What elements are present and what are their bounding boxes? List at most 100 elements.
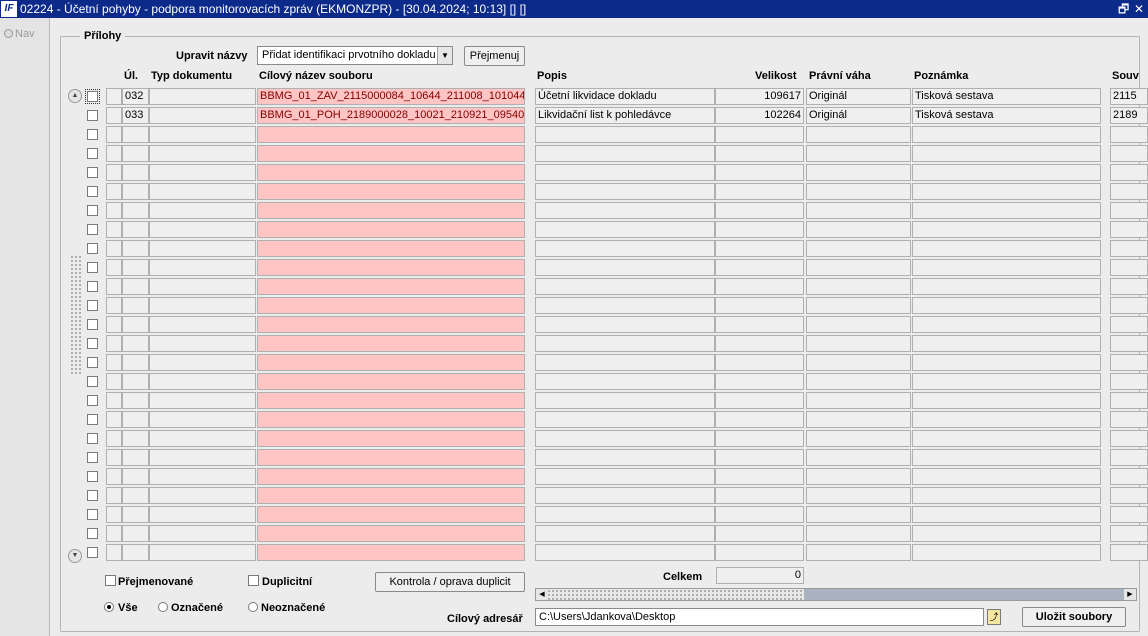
table-row[interactable] xyxy=(84,259,1148,276)
cell-poznamka[interactable] xyxy=(912,240,1101,257)
cell-pravni[interactable] xyxy=(806,392,911,409)
table-row[interactable] xyxy=(84,145,1148,162)
cell-velikost[interactable] xyxy=(715,278,804,295)
cell-sel[interactable] xyxy=(106,107,122,124)
cell-sel[interactable] xyxy=(106,525,122,542)
table-row[interactable] xyxy=(84,335,1148,352)
cell-poznamka[interactable] xyxy=(912,392,1101,409)
cell-popis[interactable] xyxy=(535,145,715,162)
row-checkbox[interactable] xyxy=(87,357,98,368)
scroll-right-icon[interactable]: ▶ xyxy=(1124,589,1136,600)
table-row[interactable] xyxy=(84,411,1148,428)
cell-popis[interactable] xyxy=(535,278,715,295)
cell-velikost[interactable] xyxy=(715,335,804,352)
cell-popis[interactable] xyxy=(535,430,715,447)
cell-pravni[interactable] xyxy=(806,525,911,542)
cell-pravni[interactable] xyxy=(806,202,911,219)
cell-sel[interactable] xyxy=(106,297,122,314)
cell-souv[interactable] xyxy=(1110,278,1148,295)
cell-cilovy[interactable]: BBMG_01_ZAV_2115000084_10644_211008_1010… xyxy=(257,88,525,105)
cell-popis[interactable] xyxy=(535,525,715,542)
table-row[interactable] xyxy=(84,278,1148,295)
cell-typ[interactable] xyxy=(149,221,256,238)
cell-typ[interactable] xyxy=(149,373,256,390)
table-row[interactable] xyxy=(84,221,1148,238)
table-row[interactable] xyxy=(84,392,1148,409)
cell-typ[interactable] xyxy=(149,202,256,219)
cell-typ[interactable] xyxy=(149,506,256,523)
cell-popis[interactable] xyxy=(535,202,715,219)
cell-velikost[interactable] xyxy=(715,164,804,181)
cell-cilovy[interactable] xyxy=(257,525,525,542)
cell-ul[interactable] xyxy=(122,468,149,485)
cell-ul[interactable]: 032 xyxy=(122,88,149,105)
cell-ul[interactable] xyxy=(122,335,149,352)
row-checkbox[interactable] xyxy=(85,89,100,104)
cell-ul[interactable] xyxy=(122,240,149,257)
scroll-thumb[interactable] xyxy=(70,255,82,375)
cell-poznamka[interactable] xyxy=(912,373,1101,390)
cell-ul[interactable] xyxy=(122,392,149,409)
scroll-up-icon[interactable]: ▲ xyxy=(68,89,82,103)
row-checkbox[interactable] xyxy=(87,205,98,216)
row-checkbox[interactable] xyxy=(87,490,98,501)
cell-sel[interactable] xyxy=(106,145,122,162)
cell-pravni[interactable] xyxy=(806,316,911,333)
cell-ul[interactable] xyxy=(122,544,149,561)
cell-pravni[interactable] xyxy=(806,449,911,466)
renamed-checkbox[interactable] xyxy=(105,575,116,586)
cell-poznamka[interactable] xyxy=(912,221,1101,238)
cell-sel[interactable] xyxy=(106,373,122,390)
row-checkbox[interactable] xyxy=(87,167,98,178)
cell-sel[interactable] xyxy=(106,392,122,409)
row-checkbox[interactable] xyxy=(87,300,98,311)
cell-ul[interactable]: 033 xyxy=(122,107,149,124)
cell-poznamka[interactable] xyxy=(912,297,1101,314)
cell-sel[interactable] xyxy=(106,126,122,143)
nav-button[interactable]: Nav xyxy=(4,28,35,40)
table-row[interactable] xyxy=(84,525,1148,542)
rename-button[interactable]: Přejmenuj xyxy=(464,46,525,66)
cell-ul[interactable] xyxy=(122,145,149,162)
row-checkbox[interactable] xyxy=(87,319,98,330)
cell-cilovy[interactable] xyxy=(257,506,525,523)
cell-sel[interactable] xyxy=(106,240,122,257)
cell-velikost[interactable] xyxy=(715,145,804,162)
row-checkbox[interactable] xyxy=(87,414,98,425)
cell-sel[interactable] xyxy=(106,316,122,333)
cell-sel[interactable] xyxy=(106,468,122,485)
cell-cilovy[interactable] xyxy=(257,544,525,561)
cell-ul[interactable] xyxy=(122,316,149,333)
cell-popis[interactable] xyxy=(535,487,715,504)
cell-popis[interactable] xyxy=(535,411,715,428)
table-row[interactable] xyxy=(84,240,1148,257)
cell-velikost[interactable]: 109617 xyxy=(715,88,804,105)
radio-marked[interactable] xyxy=(158,602,168,612)
cell-cilovy[interactable] xyxy=(257,316,525,333)
row-checkbox[interactable] xyxy=(87,509,98,520)
cell-souv[interactable] xyxy=(1110,335,1148,352)
cell-ul[interactable] xyxy=(122,430,149,447)
table-row[interactable] xyxy=(84,544,1148,561)
cell-ul[interactable] xyxy=(122,411,149,428)
cell-velikost[interactable] xyxy=(715,240,804,257)
cell-pravni[interactable] xyxy=(806,335,911,352)
cell-ul[interactable] xyxy=(122,373,149,390)
cell-pravni[interactable] xyxy=(806,354,911,371)
cell-velikost[interactable] xyxy=(715,468,804,485)
cell-sel[interactable] xyxy=(106,278,122,295)
cell-velikost[interactable] xyxy=(715,392,804,409)
cell-typ[interactable] xyxy=(149,107,256,124)
cell-typ[interactable] xyxy=(149,278,256,295)
cell-cilovy[interactable] xyxy=(257,126,525,143)
table-row[interactable] xyxy=(84,430,1148,447)
cell-pravni[interactable]: Originál xyxy=(806,107,911,124)
cell-cilovy[interactable] xyxy=(257,221,525,238)
cell-sel[interactable] xyxy=(106,544,122,561)
cell-ul[interactable] xyxy=(122,449,149,466)
cell-velikost[interactable] xyxy=(715,430,804,447)
cell-poznamka[interactable] xyxy=(912,316,1101,333)
cell-poznamka[interactable] xyxy=(912,411,1101,428)
cell-cilovy[interactable]: BBMG_01_POH_2189000028_10021_210921_0954… xyxy=(257,107,525,124)
cell-typ[interactable] xyxy=(149,487,256,504)
